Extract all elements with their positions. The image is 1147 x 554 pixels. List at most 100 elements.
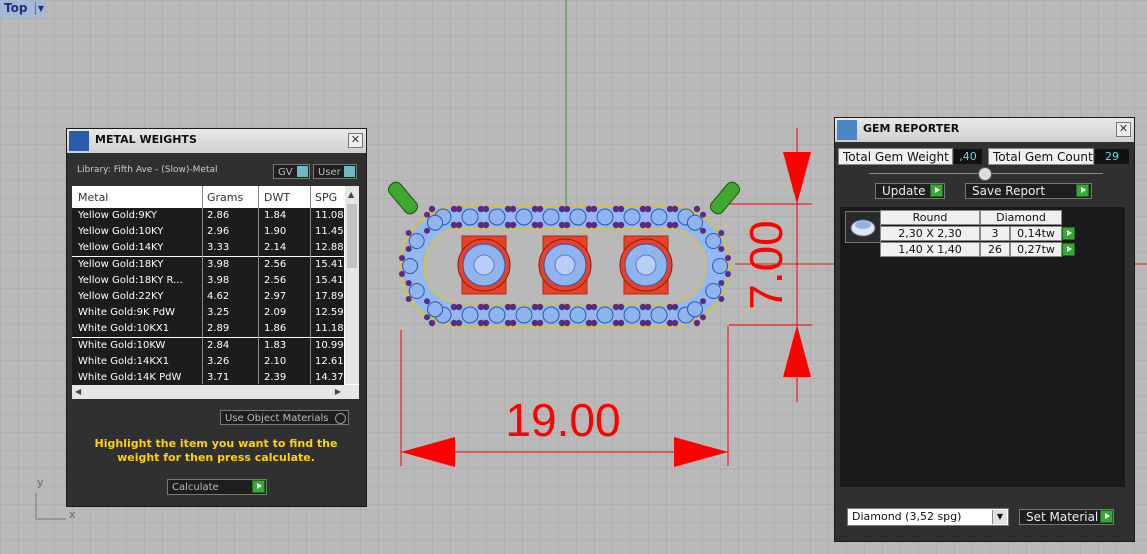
table-cell: 2.56 bbox=[264, 274, 287, 286]
table-cell: White Gold:14K PdW bbox=[78, 372, 182, 383]
table-cell: White Gold:14KX1 bbox=[78, 355, 170, 367]
table-row[interactable]: White Gold:10KW 2.84 1.83 10.99 bbox=[72, 337, 344, 354]
center-gem-table bbox=[473, 254, 495, 276]
library-label: Library: Fifth Ave - (Slow)-Metal bbox=[77, 165, 218, 175]
table-cell: 3.98 bbox=[207, 274, 230, 286]
col-grams[interactable]: Grams bbox=[207, 191, 243, 204]
gem-list[interactable]: Round Diamond 2,30 X 2,30 3 0,14tw 1,40 X 1… bbox=[840, 207, 1125, 487]
table-row[interactable]: White Gold:9K PdW 3.25 2.09 12.59 bbox=[72, 305, 344, 322]
prong bbox=[428, 205, 436, 213]
table-cell: 2.84 bbox=[207, 339, 230, 351]
table-row[interactable]: Yellow Gold:18KY R... 3.98 2.56 15.41 bbox=[72, 272, 344, 289]
small-gem bbox=[427, 301, 443, 318]
save-report-button[interactable]: Save Report bbox=[965, 183, 1092, 199]
total-count-label: Total Gem Count bbox=[988, 148, 1094, 165]
prong bbox=[563, 221, 571, 229]
prong bbox=[700, 314, 706, 321]
table-row[interactable]: Yellow Gold:10KY 2.96 1.90 11.45 bbox=[72, 224, 344, 241]
metal-weights-title: METAL WEIGHTS bbox=[95, 133, 197, 146]
table-row[interactable]: Yellow Gold:18KY 3.98 2.56 15.41 bbox=[72, 256, 344, 273]
save-report-go-icon[interactable] bbox=[1076, 184, 1089, 197]
table-row[interactable]: White Gold:14KX1 3.26 2.10 12.61 bbox=[72, 353, 344, 370]
material-select[interactable]: Diamond (3,52 spg) ▼ bbox=[847, 508, 1009, 526]
vertical-scrollbar[interactable]: ▲ bbox=[345, 186, 359, 384]
prong bbox=[718, 296, 725, 302]
material-select-value: Diamond (3,52 spg) bbox=[852, 510, 962, 523]
table-cell: 2.96 bbox=[207, 226, 230, 238]
radio-icon bbox=[335, 413, 346, 424]
table-cell: 2.09 bbox=[264, 307, 287, 319]
user-toggle[interactable]: User bbox=[313, 164, 357, 179]
gem-size-cell: 2,30 X 2,30 bbox=[880, 226, 980, 241]
save-report-label: Save Report bbox=[972, 184, 1046, 198]
small-gem bbox=[596, 208, 614, 226]
table-row[interactable]: White Gold:10KX1 2.89 1.86 11.18 bbox=[72, 321, 344, 338]
viewport-menu-arrow-icon[interactable]: ▼ bbox=[35, 2, 46, 15]
scroll-thumb[interactable] bbox=[347, 204, 357, 268]
total-weight-value: ,40 bbox=[954, 149, 982, 164]
scroll-up-icon[interactable]: ▲ bbox=[348, 190, 354, 199]
small-gem bbox=[408, 283, 425, 299]
use-object-materials-toggle[interactable]: Use Object Materials bbox=[220, 410, 349, 425]
prong bbox=[700, 298, 706, 305]
small-gem bbox=[705, 283, 722, 299]
prong bbox=[617, 221, 625, 229]
prong bbox=[671, 221, 679, 229]
gv-label: GV bbox=[278, 167, 293, 178]
select-gem-icon[interactable] bbox=[1062, 227, 1075, 240]
center-gem-table bbox=[554, 254, 576, 276]
ring-model[interactable] bbox=[399, 205, 731, 327]
table-cell: 2.86 bbox=[207, 210, 230, 221]
table-row[interactable]: Yellow Gold:9KY 2.86 1.84 11.08 bbox=[72, 208, 344, 224]
col-metal[interactable]: Metal bbox=[78, 191, 108, 204]
metal-weights-titlebar[interactable]: METAL WEIGHTS ✕ bbox=[67, 129, 366, 153]
prong bbox=[700, 211, 706, 218]
prong bbox=[617, 319, 625, 327]
col-spg[interactable]: SPG bbox=[315, 191, 337, 204]
table-cell: 2.56 bbox=[264, 258, 287, 270]
table-cell: 1.90 bbox=[264, 226, 287, 238]
gem-count-cell: 3 bbox=[980, 226, 1010, 241]
set-material-go-icon[interactable] bbox=[1100, 510, 1113, 523]
scroll-right-icon[interactable]: ▶ bbox=[335, 387, 341, 396]
calculate-go-icon[interactable] bbox=[252, 480, 265, 493]
table-row[interactable]: Yellow Gold:22KY 4.62 2.97 17.89 bbox=[72, 289, 344, 305]
prong bbox=[455, 205, 463, 213]
slider-knob-icon[interactable] bbox=[978, 167, 992, 181]
small-gem bbox=[488, 208, 506, 226]
chevron-down-icon[interactable]: ▼ bbox=[992, 510, 1007, 524]
update-go-icon[interactable] bbox=[930, 184, 943, 197]
table-cell: 3.71 bbox=[207, 372, 230, 383]
small-gem bbox=[461, 306, 479, 324]
close-icon[interactable]: ✕ bbox=[348, 133, 363, 148]
select-gem-icon[interactable] bbox=[1062, 243, 1075, 256]
prong bbox=[405, 230, 412, 236]
table-row[interactable]: White Gold:14K PdW 3.71 2.39 14.37 bbox=[72, 370, 344, 386]
small-gem bbox=[596, 306, 614, 324]
gv-toggle[interactable]: GV bbox=[273, 164, 310, 179]
user-dropdown-icon bbox=[344, 166, 355, 177]
prong bbox=[617, 205, 625, 213]
small-gem bbox=[705, 233, 722, 249]
table-row[interactable]: Yellow Gold:14KY 3.33 2.14 12.88 bbox=[72, 240, 344, 257]
prong bbox=[563, 319, 571, 327]
table-cell: 1.83 bbox=[264, 339, 287, 351]
table-cell: 2.97 bbox=[264, 291, 287, 302]
table-cell: 4.62 bbox=[207, 291, 230, 302]
prong bbox=[399, 271, 405, 277]
small-gem bbox=[515, 306, 533, 324]
close-icon[interactable]: ✕ bbox=[1116, 122, 1131, 137]
prong bbox=[644, 205, 652, 213]
col-dwt[interactable]: DWT bbox=[264, 191, 290, 204]
table-cell: 2.10 bbox=[264, 355, 287, 367]
table-cell: Yellow Gold:14KY bbox=[78, 242, 164, 254]
metal-table[interactable]: Metal Grams DWT SPG Yellow Gold:9KY 2.86 1… bbox=[72, 186, 359, 399]
table-cell: Yellow Gold:18KY bbox=[78, 258, 164, 270]
small-gem bbox=[650, 208, 668, 226]
horizontal-scrollbar[interactable]: ◀ ▶ bbox=[72, 385, 359, 399]
prong bbox=[617, 303, 625, 311]
small-gem bbox=[402, 258, 418, 274]
small-gem bbox=[408, 233, 425, 249]
gem-reporter-titlebar[interactable]: GEM REPORTER ✕ bbox=[835, 118, 1134, 142]
scroll-left-icon[interactable]: ◀ bbox=[75, 387, 81, 396]
